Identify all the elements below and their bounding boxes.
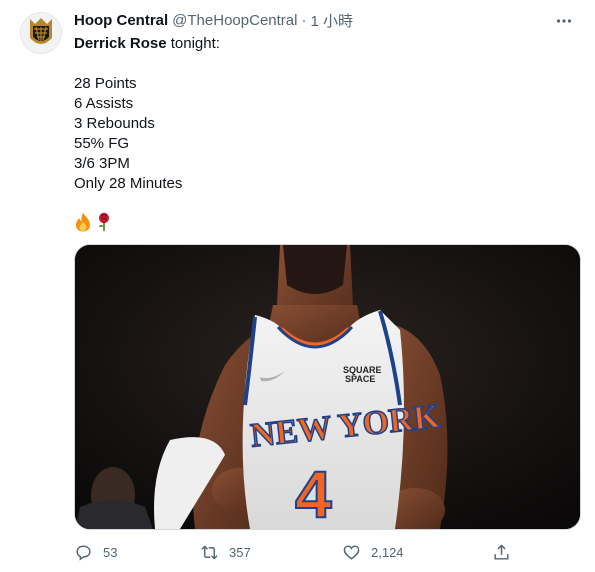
user-handle[interactable]: @TheHoopCentral <box>172 12 297 29</box>
stat-line: Only 28 Minutes <box>74 175 183 192</box>
tweet-subject: Derrick Rose <box>74 35 167 52</box>
retweet-count: 357 <box>229 544 251 560</box>
reply-button[interactable]: 53 <box>74 543 196 562</box>
reply-icon <box>76 544 91 561</box>
heart-icon <box>343 544 360 560</box>
more-options-button[interactable] <box>553 10 575 32</box>
tweet-intro: tonight: <box>166 35 220 52</box>
tweet-first-line: Derrick Rose tonight: <box>74 34 554 54</box>
emoji-row <box>74 210 554 234</box>
fire-emoji-icon <box>76 213 90 232</box>
like-button[interactable]: 2,124 <box>342 543 472 562</box>
retweet-icon <box>201 545 218 559</box>
rose-emoji-icon <box>99 212 109 231</box>
tweet-text: Derrick Rose tonight: 28 Points 6 Assist… <box>74 34 554 234</box>
tweet-actions: 53 357 2,124 <box>74 538 514 566</box>
stat-line: 28 Points <box>74 75 137 92</box>
display-name[interactable]: Hoop Central <box>74 12 168 29</box>
more-icon <box>556 19 572 23</box>
retweet-button[interactable]: 357 <box>200 543 332 562</box>
separator-dot: · <box>301 11 307 29</box>
sponsor-line-2: SPACE <box>345 374 375 384</box>
stat-line: 55% FG <box>74 135 130 152</box>
hoop-central-logo-icon <box>30 18 52 44</box>
stat-line: 3 Rebounds <box>74 115 155 132</box>
stat-line: 3/6 3PM <box>74 155 130 172</box>
reply-count: 53 <box>103 544 118 560</box>
player-photo: SQUARE SPACE NEW YORK 4 <box>75 245 580 529</box>
like-count: 2,124 <box>371 544 404 560</box>
tweet-header: Hoop Central @TheHoopCentral · 1 小時 <box>74 10 581 30</box>
jersey-number: 4 <box>295 457 332 529</box>
tweet-card[interactable]: Hoop Central @TheHoopCentral · 1 小時 Derr… <box>0 0 595 572</box>
avatar[interactable] <box>20 12 62 54</box>
timestamp[interactable]: 1 小時 <box>310 10 353 31</box>
stat-line: 6 Assists <box>74 95 134 112</box>
tweet-photo[interactable]: SQUARE SPACE NEW YORK 4 <box>74 244 581 530</box>
share-button[interactable] <box>492 543 511 562</box>
share-icon <box>494 543 509 560</box>
